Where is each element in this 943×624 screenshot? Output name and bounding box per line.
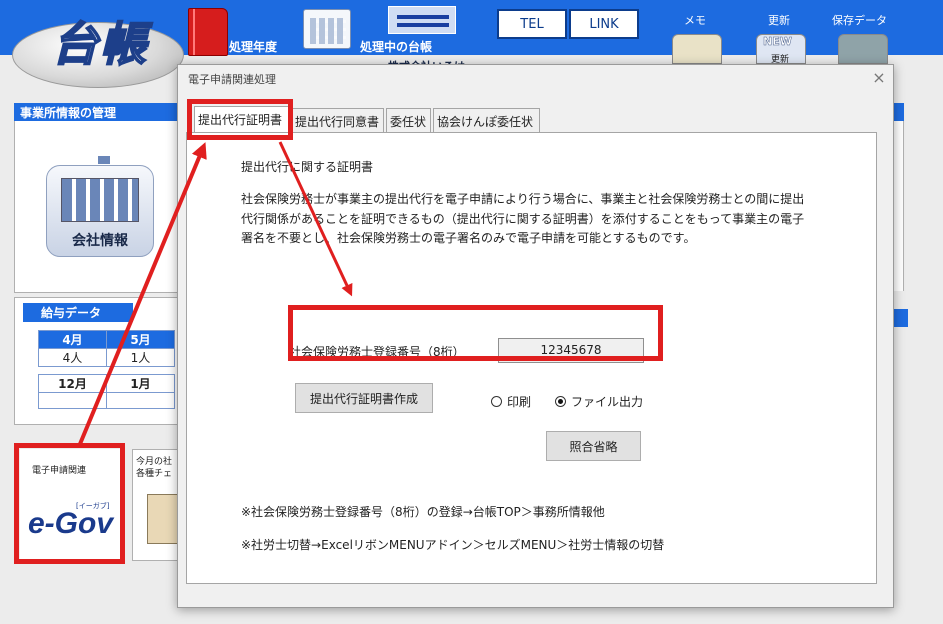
right-panel-title-edge-2 <box>894 309 908 327</box>
grid-gap <box>38 366 107 375</box>
dialog-title: 電子申請関連処理 <box>188 73 276 86</box>
payroll-cell[interactable]: 4人 <box>38 348 107 367</box>
payroll-cell[interactable] <box>38 392 107 409</box>
app-logo[interactable]: 台帳 <box>12 2 192 90</box>
annotation-frame-create <box>288 305 663 361</box>
link-button[interactable]: LINK <box>569 9 639 39</box>
file-output-radio-label: ファイル出力 <box>571 395 644 409</box>
note-line-2: ※社労士切替→ExcelリボンMENUアドイン＞セルズMENU＞社労士情報の切替 <box>241 538 665 552</box>
company-info-label: 会社情報 <box>72 233 128 249</box>
description-line-3: 署名を不要とし、社会保険労務士の電子署名のみで電子申請を可能とするものです。 <box>241 231 696 245</box>
print-radio[interactable]: 印刷 <box>491 393 531 410</box>
print-radio-label: 印刷 <box>507 395 532 409</box>
payroll-cell[interactable] <box>106 392 175 409</box>
seal-omit-button[interactable]: 照合省略 <box>546 431 641 461</box>
certificate-heading: 提出代行に関する証明書 <box>241 160 374 174</box>
monthly-check-button[interactable]: 今月の社 各種チェ <box>132 449 180 561</box>
office-info-title: 事業所情報の管理 <box>14 103 184 121</box>
description-line-1: 社会保険労務士が事業主の提出代行を電子申請により行う場合に、事業主と社会保険労務… <box>241 192 805 206</box>
payroll-cell[interactable]: 4月 <box>38 330 107 349</box>
tab-power-of-attorney[interactable]: 委任状 <box>386 108 431 132</box>
memo-icon[interactable] <box>672 34 722 64</box>
flag-icon <box>98 156 110 164</box>
file-output-radio-dot <box>555 396 566 407</box>
payroll-title: 給与データ <box>23 303 133 322</box>
annotation-frame-tab <box>187 99 293 140</box>
print-radio-dot <box>491 396 502 407</box>
processing-year-label: 処理年度 <box>229 40 278 54</box>
tel-button[interactable]: TEL <box>497 9 567 39</box>
note-line-1: ※社会保険労務士登録番号（8桁）の登録→台帳TOP＞事務所情報他 <box>241 505 605 519</box>
update-badge: NEW <box>763 35 792 49</box>
description-line-2: 代行関係があることを証明できるもの（提出代行に関する証明書）を添付することをもっ… <box>241 212 805 226</box>
payroll-cell[interactable]: 12月 <box>38 374 107 393</box>
checklist-icon <box>147 494 179 544</box>
memo-label: メモ <box>684 14 706 27</box>
annotation-frame-egov <box>14 443 125 564</box>
close-icon[interactable]: × <box>869 68 889 88</box>
payroll-cell[interactable]: 1人 <box>106 348 175 367</box>
grid-gap <box>106 366 175 375</box>
update-label: 更新 <box>768 14 790 27</box>
monthly-title-2: 各種チェ <box>136 469 173 479</box>
payroll-cell[interactable]: 5月 <box>106 330 175 349</box>
switch-ledger-icon[interactable] <box>388 6 456 34</box>
right-panel-title-edge <box>894 103 904 121</box>
calendar-icon[interactable] <box>303 9 351 49</box>
tab-submission-proxy-consent[interactable]: 提出代行同意書 <box>291 108 384 132</box>
right-panel-edge <box>894 121 904 291</box>
payroll-cell[interactable]: 1月 <box>106 374 175 393</box>
processing-year-book-icon[interactable] <box>188 8 228 56</box>
create-certificate-button[interactable]: 提出代行証明書作成 <box>295 383 433 413</box>
saved-data-label: 保存データ <box>832 14 887 27</box>
payroll-grid: 4月 5月 4人 1人 12月 1月 <box>38 330 175 409</box>
company-info-button[interactable]: 会社情報 <box>46 165 154 257</box>
file-output-radio[interactable]: ファイル出力 <box>555 393 643 410</box>
building-icon <box>61 178 139 222</box>
logo-text: 台帳 <box>51 16 148 72</box>
tab-kyokai-kenpo-power-of-attorney[interactable]: 協会けんぽ委任状 <box>433 108 540 132</box>
update-icon[interactable]: NEW 更新 <box>756 34 806 65</box>
current-ledger-label: 処理中の台帳 <box>360 40 433 54</box>
briefcase-icon[interactable] <box>838 34 888 64</box>
